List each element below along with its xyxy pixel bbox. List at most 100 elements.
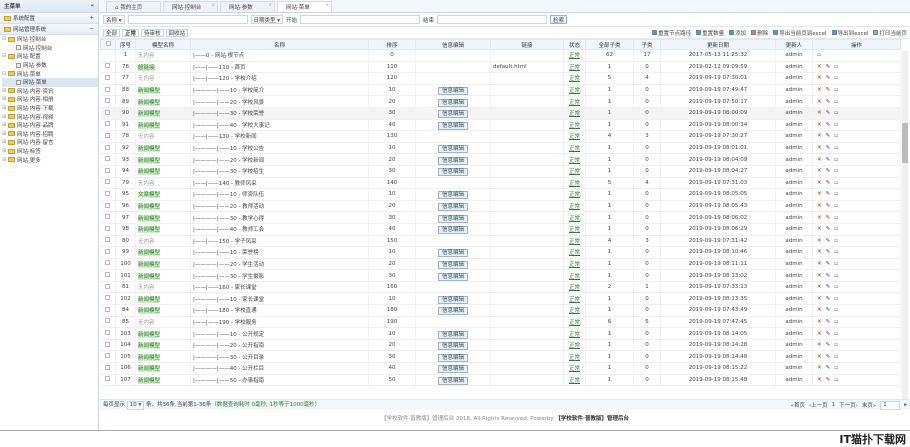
tool-button[interactable]: 导出当前页到excel [773, 29, 827, 37]
next-page-link[interactable]: 下一页› [839, 401, 858, 409]
checkbox-cell[interactable] [100, 61, 116, 74]
view-icon[interactable]: ▫ [834, 145, 838, 151]
info-edit-button[interactable]: 信息编辑 [437, 353, 468, 362]
row-checkbox[interactable] [105, 167, 111, 173]
view-icon[interactable]: ▫ [834, 168, 838, 174]
table-row[interactable]: 86无内容|——|——200 - 学校招聘200 正常312019-09-19 0… [100, 385, 901, 388]
edit-icon[interactable]: ✎ [826, 145, 831, 151]
status-link[interactable]: 正常 [569, 169, 580, 175]
info-edit-button[interactable]: 信息编辑 [437, 307, 468, 316]
delete-icon[interactable]: ✕ [817, 133, 822, 139]
edit-icon[interactable]: ✎ [826, 168, 831, 174]
checkbox-cell[interactable] [100, 292, 116, 306]
table-row[interactable]: 80 无内容 |——|——150 - 学子风采 150 正常 4 3 2019-09-19 0… [100, 235, 901, 248]
view-icon[interactable]: ▫ [834, 191, 838, 197]
prev-page-link[interactable]: ‹上一页 [809, 401, 828, 409]
table-row[interactable]: 105 新闻模型 |————|——30 - 公开目录 30 信息编辑 正常 1 0 2019-0… [100, 350, 901, 364]
info-edit-button[interactable]: 信息编辑 [437, 365, 468, 374]
row-checkbox[interactable] [105, 121, 111, 127]
column-header[interactable]: 更新人 [775, 39, 813, 50]
info-edit-button[interactable]: 信息编辑 [437, 87, 468, 95]
status-link[interactable]: 正常 [569, 100, 580, 106]
row-checkbox[interactable] [105, 306, 111, 312]
status-link[interactable]: 正常 [569, 366, 580, 372]
tab-2[interactable]: 网站·参数 × [220, 1, 275, 12]
checkbox-cell[interactable] [100, 304, 116, 317]
view-icon[interactable]: ▫ [834, 122, 838, 128]
delete-icon[interactable]: ✕ [817, 273, 822, 279]
delete-icon[interactable]: ✕ [817, 87, 822, 93]
delete-icon[interactable]: ✕ [817, 226, 822, 232]
view-icon[interactable]: ▫ [834, 342, 838, 348]
table-row[interactable]: 79 无内容 |——|——140 - 教师风采 140 正常 5 4 2019-09-19 0… [100, 177, 901, 190]
goto-page-input[interactable]: 1 [880, 400, 901, 410]
edit-icon[interactable]: ✎ [826, 180, 831, 186]
edit-icon[interactable]: ✎ [826, 377, 831, 383]
table-row[interactable]: 103 新闻模型 |————|——10 - 公开规定 10 信息编辑 正常 1 0 2019-0… [100, 327, 901, 340]
delete-icon[interactable]: ✕ [817, 238, 822, 244]
status-link[interactable]: 正常 [569, 146, 580, 152]
checkbox-cell[interactable] [100, 316, 116, 329]
checkbox-cell[interactable] [100, 281, 116, 294]
view-icon[interactable]: ▫ [834, 377, 838, 383]
expand-icon[interactable]: + [89, 15, 94, 21]
info-edit-button[interactable]: 信息编辑 [437, 191, 468, 200]
row-checkbox[interactable] [105, 237, 111, 243]
table-row[interactable]: 93 新闻模型 |————|——20 - 学校新闻 20 信息编辑 正常 1 0 2019-09… [100, 153, 901, 166]
checkbox-cell[interactable] [100, 177, 116, 190]
row-checkbox[interactable] [105, 272, 111, 278]
row-checkbox[interactable] [105, 376, 111, 382]
info-edit-button[interactable]: 信息编辑 [437, 226, 468, 235]
table-row[interactable]: 97 新闻模型 |————|——30 - 教学心得 30 信息编辑 正常 1 0 2019-09… [100, 211, 901, 224]
delete-icon[interactable]: ✕ [817, 180, 822, 186]
group-system-config[interactable]: 系统配置 + [0, 13, 98, 24]
table-row[interactable]: 104 新闻模型 |————|——20 - 公开指南 20 信息编辑 正常 1 0 2019-0… [100, 339, 901, 352]
info-edit-button[interactable]: 信息编辑 [437, 249, 468, 258]
checkbox-cell[interactable] [100, 72, 116, 85]
status-link[interactable]: 正常 [569, 88, 580, 94]
edit-icon[interactable]: ✎ [826, 122, 831, 128]
checkbox-cell[interactable] [100, 350, 116, 364]
checkbox-cell[interactable] [100, 107, 116, 120]
delete-icon[interactable]: ✕ [817, 377, 822, 383]
checkbox-cell[interactable] [100, 235, 116, 248]
filter-tab[interactable]: 正常 [122, 28, 140, 37]
table-row[interactable]: 78 无内容 |——|——130 - 学校新闻 130 正常 4 3 2019-09-19 0… [100, 130, 901, 143]
status-link[interactable]: 正常 [569, 158, 580, 164]
table-row[interactable]: 77 无内容 |——|——120 - 学校介绍 120 正常 5 4 2019-09-19 0… [100, 72, 901, 85]
filter-tab[interactable]: 全部 [103, 28, 121, 37]
delete-icon[interactable]: ✕ [817, 99, 822, 105]
delete-icon[interactable]: ✕ [817, 64, 822, 70]
table-row[interactable]: 98 新闻模型 |————|——40 - 教师工会 40 信息编辑 正常 1 0 2019-09… [100, 223, 901, 236]
checkbox-cell[interactable] [100, 119, 116, 132]
row-checkbox[interactable] [105, 190, 111, 196]
delete-icon[interactable]: ✕ [817, 122, 822, 128]
view-icon[interactable]: ▫ [834, 284, 838, 290]
date-type-select[interactable]: 日期类型 ▾ [250, 15, 284, 24]
status-link[interactable]: 正常 [569, 262, 580, 268]
table-row[interactable]: 90 新闻模型 |————|——30 - 学校荣誉 30 信息编辑 正常 1 0 2019-09… [100, 107, 901, 120]
column-header[interactable]: 更新日期 [660, 39, 776, 50]
checkbox-cell[interactable] [100, 211, 116, 224]
tree-item[interactable]: ⊞ 网站·内容·留言 [2, 138, 98, 147]
table-row[interactable]: 85 无内容 |——|——190 - 学校服务 190 正常 6 5 2019-09-19 0… [100, 316, 901, 329]
checkbox-cell[interactable] [100, 153, 116, 166]
row-checkbox[interactable] [105, 86, 111, 92]
edit-icon[interactable]: ✎ [826, 191, 831, 197]
tool-button[interactable]: 删除 [751, 29, 768, 37]
edit-icon[interactable]: ✎ [826, 133, 831, 139]
view-icon[interactable]: ▫ [834, 249, 838, 255]
checkbox-cell[interactable] [100, 200, 116, 213]
checkbox-cell[interactable] [100, 95, 116, 108]
row-checkbox[interactable] [105, 248, 111, 254]
view-icon[interactable]: ▫ [834, 319, 838, 325]
table-row[interactable]: 96 新闻模型 |————|——20 - 教师活动 20 信息编辑 正常 1 0 2019-09… [100, 200, 901, 213]
column-header[interactable]: 序号 [115, 39, 136, 50]
info-edit-button[interactable]: 信息编辑 [437, 330, 468, 339]
view-icon[interactable]: ▫ [834, 157, 838, 163]
table-row[interactable]: 102 新闻模型 |————|——10 - 家长课堂 10 信息编辑 正常 1 0 2019-0… [100, 292, 901, 306]
checkbox-cell[interactable] [100, 339, 116, 352]
tree-item[interactable]: 网站·参数 [2, 61, 98, 70]
edit-icon[interactable]: ✎ [826, 342, 831, 348]
tool-button[interactable]: 添加 [729, 29, 746, 37]
